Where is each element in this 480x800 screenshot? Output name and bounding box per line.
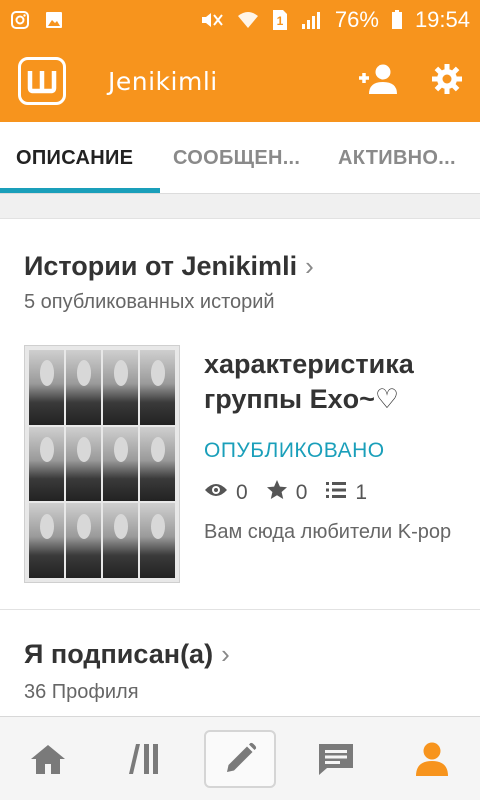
- sim-number: 1: [277, 14, 284, 28]
- chevron-right-icon: ›: [221, 639, 230, 669]
- nav-messages[interactable]: [300, 730, 372, 788]
- battery-icon: [391, 10, 403, 30]
- wifi-icon: [237, 10, 259, 30]
- settings-icon[interactable]: [432, 63, 462, 99]
- story-stats: 0 0 1: [204, 479, 377, 507]
- tab-activity[interactable]: АКТИВНО...: [338, 122, 456, 194]
- nav-write[interactable]: [204, 729, 276, 788]
- instagram-icon: [10, 10, 30, 30]
- story-title[interactable]: характеристика группы Exo~♡: [204, 347, 464, 417]
- clock: 19:54: [414, 7, 470, 32]
- app-bar: Jenikimli: [0, 40, 480, 122]
- signal-icon: [301, 10, 323, 30]
- story-status: ОПУБЛИКОВАНО: [204, 439, 385, 462]
- story-cover-image[interactable]: [24, 345, 180, 583]
- stories-count: 5 опубликованных историй: [24, 291, 275, 313]
- nav-library[interactable]: [108, 730, 180, 788]
- nav-profile[interactable]: [396, 730, 468, 788]
- list-icon: [325, 480, 347, 506]
- profile-tabs: ОПИСАНИЕ СООБЩЕН... АКТИВНО...: [0, 122, 480, 194]
- bottom-navigation: [0, 716, 480, 800]
- stories-section-title: Истории от Jenikimli: [24, 251, 298, 281]
- tab-messages[interactable]: СООБЩЕН...: [173, 122, 300, 194]
- add-friend-icon[interactable]: [358, 63, 398, 100]
- section-divider: [0, 609, 480, 610]
- tab-description[interactable]: ОПИСАНИЕ: [16, 122, 133, 194]
- stories-section-header[interactable]: Истории от Jenikimli ›: [24, 251, 314, 282]
- votes-count: 0: [295, 481, 308, 504]
- profile-username: Jenikimli: [108, 66, 218, 96]
- views-count: 0: [236, 481, 248, 504]
- parts-count: 1: [355, 481, 368, 504]
- profile-content: Истории от Jenikimli › 5 опубликованных …: [0, 218, 480, 717]
- home-icon: [31, 744, 65, 774]
- status-bar: 1 76% 19:54: [0, 0, 480, 40]
- story-description: Вам сюда любители K-pop: [204, 521, 452, 543]
- following-section-title: Я подписан(а): [24, 639, 214, 669]
- image-icon: [44, 10, 64, 30]
- profile-icon: [416, 742, 448, 776]
- chevron-right-icon: ›: [305, 251, 314, 281]
- logo-icon: [27, 71, 57, 94]
- write-icon: [227, 742, 257, 772]
- battery-percent: 76%: [334, 7, 379, 32]
- eye-icon: [204, 481, 228, 505]
- library-icon: [129, 743, 158, 774]
- active-tab-indicator: [0, 188, 160, 193]
- wattpad-logo[interactable]: [18, 57, 66, 105]
- following-section-header[interactable]: Я подписан(а) ›: [24, 639, 230, 670]
- messages-icon: [319, 743, 353, 775]
- sim-icon: 1: [271, 9, 289, 31]
- mute-icon: [199, 10, 225, 30]
- section-spacer: [0, 194, 480, 218]
- star-icon: [266, 479, 288, 507]
- nav-home[interactable]: [12, 730, 84, 788]
- following-count: 36 Профиля: [24, 681, 139, 703]
